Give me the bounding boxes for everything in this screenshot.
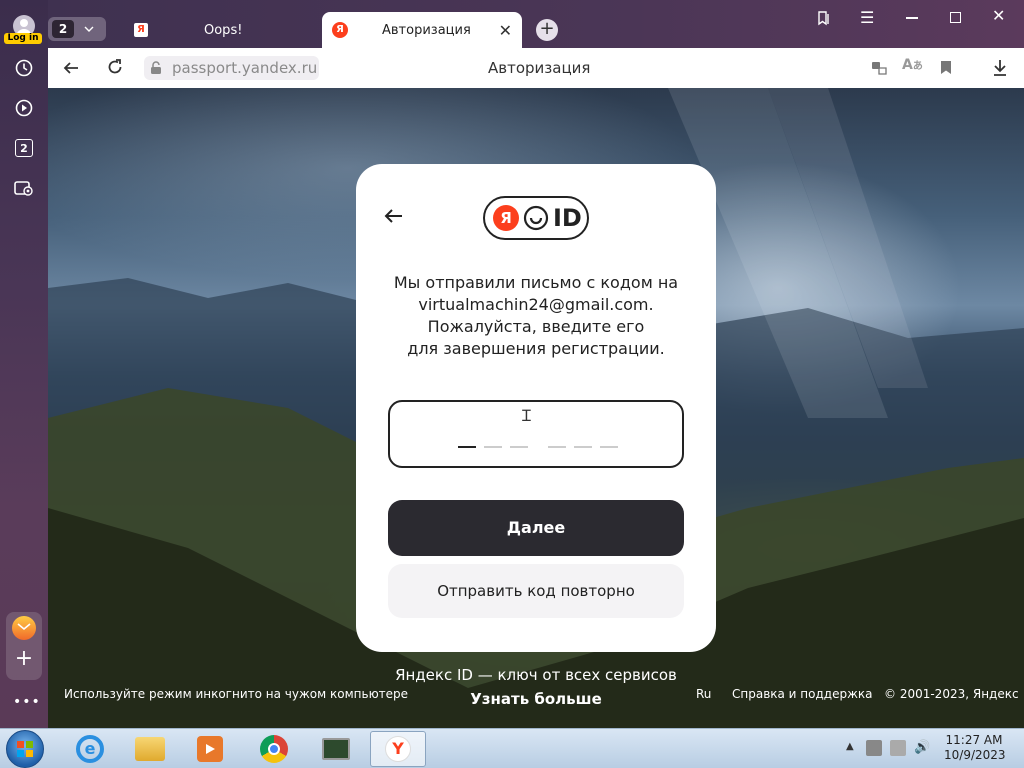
mail-app-icon[interactable] bbox=[12, 616, 36, 640]
code-slot bbox=[600, 446, 618, 448]
next-button[interactable]: Далее bbox=[388, 500, 684, 556]
tab-oops[interactable]: Я Oops! bbox=[122, 12, 318, 48]
minimize-icon[interactable] bbox=[906, 17, 918, 19]
download-icon[interactable] bbox=[992, 59, 1008, 81]
tabs-count-icon[interactable]: 2 bbox=[12, 136, 36, 160]
history-icon[interactable] bbox=[12, 56, 36, 80]
taskbar-explorer[interactable] bbox=[122, 731, 178, 767]
smile-icon bbox=[523, 205, 549, 231]
taskbar-chrome[interactable] bbox=[246, 731, 302, 767]
translate-icon[interactable] bbox=[870, 59, 888, 81]
chevron-down-icon bbox=[84, 26, 94, 32]
yandex-favicon: Я bbox=[134, 23, 148, 37]
back-arrow-icon[interactable] bbox=[384, 208, 404, 228]
clock-date: 10/9/2023 bbox=[944, 748, 1006, 762]
code-slot-active bbox=[458, 446, 476, 448]
page-title: Авторизация bbox=[488, 59, 591, 77]
start-button[interactable] bbox=[6, 730, 44, 768]
resend-code-button[interactable]: Отправить код повторно bbox=[388, 564, 684, 618]
bookmark-icon[interactable] bbox=[940, 60, 952, 79]
back-icon[interactable] bbox=[62, 59, 80, 81]
yandex-favicon: Я bbox=[332, 22, 348, 38]
close-tab-icon[interactable]: ✕ bbox=[499, 21, 512, 40]
tab-counter-value: 2 bbox=[52, 20, 74, 38]
yandex-id-logo: Я ID bbox=[483, 196, 589, 240]
internet-explorer-icon: e bbox=[76, 735, 104, 763]
incognito-hint: Используйте режим инкогнито на чужом ком… bbox=[64, 687, 409, 701]
message-line: Пожалуйста, введите его bbox=[427, 317, 645, 336]
video-icon[interactable] bbox=[12, 96, 36, 120]
close-window-icon[interactable]: ✕ bbox=[992, 6, 1005, 25]
auth-card: Я ID Мы отправили письмо с кодом на virt… bbox=[356, 164, 716, 652]
folder-icon bbox=[135, 737, 165, 761]
taskbar-yandex[interactable]: Y bbox=[370, 731, 426, 767]
volume-icon[interactable]: 🔊 bbox=[914, 740, 930, 755]
help-link[interactable]: Справка и поддержка bbox=[732, 687, 873, 701]
media-player-icon bbox=[197, 736, 223, 762]
url-text: passport.yandex.ru bbox=[172, 59, 318, 77]
code-input[interactable]: Ɪ bbox=[388, 400, 684, 468]
tagline: Яндекс ID — ключ от всех сервисов bbox=[395, 666, 677, 684]
lock-icon[interactable] bbox=[150, 61, 162, 75]
browser-sidebar: Log in 2 + ••• bbox=[0, 0, 48, 728]
taskbar-monitor[interactable] bbox=[308, 731, 364, 767]
more-icon[interactable]: ••• bbox=[13, 694, 41, 710]
maximize-icon[interactable] bbox=[950, 12, 961, 23]
tab-authorization[interactable]: Я Авторизация ✕ bbox=[322, 12, 522, 48]
sidebar-badge: 2 bbox=[15, 139, 33, 157]
address-bar-row: passport.yandex.ru Авторизация Aあ bbox=[48, 48, 1024, 88]
code-slot bbox=[510, 446, 528, 448]
login-label[interactable]: Log in bbox=[4, 33, 42, 44]
tab-title: Авторизация bbox=[382, 22, 471, 38]
yandex-browser-icon: Y bbox=[385, 736, 411, 762]
code-slots bbox=[458, 446, 618, 448]
screenshot-icon[interactable] bbox=[12, 176, 36, 200]
address-field[interactable]: passport.yandex.ru bbox=[144, 56, 319, 80]
page-content: Я ID Мы отправили письмо с кодом на virt… bbox=[48, 88, 1024, 728]
clock[interactable]: 11:27 AM 10/9/2023 bbox=[944, 733, 1006, 763]
action-center-icon[interactable] bbox=[890, 740, 906, 756]
reload-icon[interactable] bbox=[106, 58, 124, 80]
logo-id-text: ID bbox=[553, 204, 582, 232]
message-line: Мы отправили письмо с кодом на bbox=[393, 273, 679, 292]
copyright: © 2001-2023, Яндекс bbox=[884, 687, 1019, 701]
code-slot bbox=[574, 446, 592, 448]
show-hidden-icons[interactable]: ▲ bbox=[846, 741, 854, 752]
bookmarks-manager-icon[interactable] bbox=[816, 10, 832, 30]
tab-counter[interactable]: 2 bbox=[48, 17, 106, 41]
windows-taskbar: e Y ▲ 🔊 11:27 AM 10/9/2023 bbox=[0, 728, 1024, 768]
instruction-text: Мы отправили письмо с кодом на virtualma… bbox=[356, 272, 716, 360]
new-tab-button[interactable]: + bbox=[536, 19, 558, 41]
windows-logo-icon bbox=[17, 741, 33, 757]
network-icon[interactable] bbox=[866, 740, 882, 756]
chrome-icon bbox=[260, 735, 288, 763]
tab-strip: 2 Я Oops! Я Авторизация ✕ + ☰ ✕ bbox=[48, 0, 1024, 48]
taskbar-ie[interactable]: e bbox=[62, 731, 118, 767]
reader-icon[interactable]: Aあ bbox=[902, 57, 923, 73]
taskbar-media[interactable] bbox=[182, 731, 238, 767]
add-app-icon[interactable]: + bbox=[14, 648, 34, 670]
language-link[interactable]: Ru bbox=[696, 687, 711, 701]
task-monitor-icon bbox=[322, 738, 350, 760]
code-slot bbox=[484, 446, 502, 448]
message-line: virtualmachin24@gmail.com. bbox=[418, 295, 654, 314]
menu-icon[interactable]: ☰ bbox=[860, 8, 874, 27]
text-cursor-icon: Ɪ bbox=[522, 406, 531, 425]
message-line: для завершения регистрации. bbox=[407, 339, 665, 358]
sidebar-apps-panel: + bbox=[6, 612, 42, 680]
code-slot bbox=[548, 446, 566, 448]
learn-more-link[interactable]: Узнать больше bbox=[356, 690, 716, 708]
yandex-logo-letter: Я bbox=[493, 205, 519, 231]
tab-title: Oops! bbox=[204, 22, 243, 38]
clock-time: 11:27 AM bbox=[945, 733, 1003, 747]
